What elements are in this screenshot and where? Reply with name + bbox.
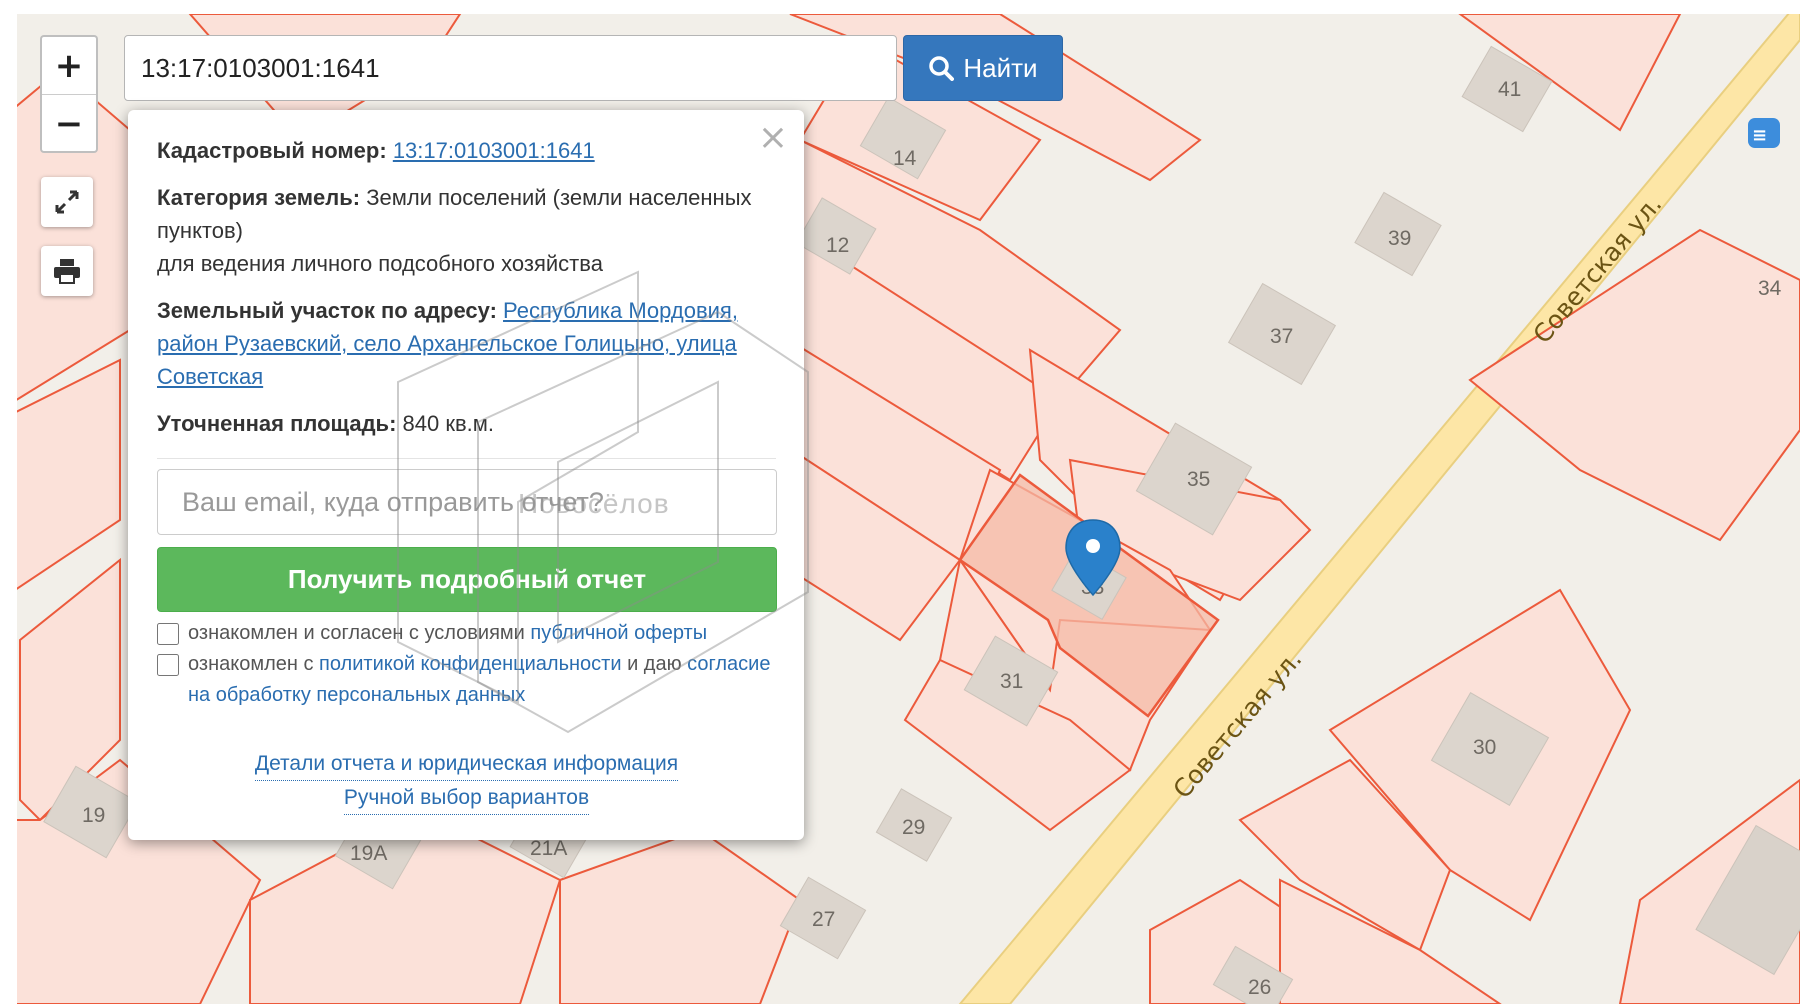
offer-agreement-label: ознакомлен и согласен с условиями публич… [188,622,708,644]
email-field[interactable] [157,469,777,535]
house-number: 26 [1248,976,1271,999]
house-number: 37 [1270,325,1293,348]
address-label: Земельный участок по адресу: [157,298,497,323]
privacy-agreement-label: ознакомлен с политикой конфиденциальност… [188,653,771,706]
street-label: Советская ул. [1167,645,1307,804]
house-number: 41 [1498,78,1521,101]
privacy-agreement-row: ознакомлен с политикой конфиденциальност… [157,649,776,711]
house-number: 19 [82,804,105,827]
svg-text:≡: ≡ [1752,125,1767,146]
house-number: 27 [812,908,835,931]
cadastral-number-link[interactable]: 13:17:0103001:1641 [393,138,595,163]
house-number: 31 [1000,670,1023,693]
popup-links: Детали отчета и юридическая информация Р… [157,747,776,815]
cadastral-search-input[interactable] [124,35,897,101]
expand-icon [55,190,79,214]
house-number: 39 [1388,227,1411,250]
traffic-icon[interactable]: ≡ [1748,118,1780,148]
zoom-in-button[interactable]: + [42,37,96,94]
house-number: 30 [1473,736,1496,759]
house-number: 12 [826,234,849,257]
area-label: Уточненная площадь: [157,411,397,436]
fullscreen-button[interactable] [41,177,93,227]
privacy-checkbox[interactable] [157,654,179,676]
get-report-button[interactable]: Получить подробный отчет [157,547,777,612]
house-number: 34 [1758,277,1782,300]
privacy-policy-link[interactable]: политикой конфиденциальности [319,653,621,675]
search-button-label: Найти [963,52,1038,83]
category-label: Категория земель: [157,185,361,210]
search-icon [929,56,955,81]
offer-agreement-row: ознакомлен и согласен с условиями публич… [157,618,776,649]
zoom-control: + − [40,35,98,153]
search-button[interactable]: Найти [903,35,1063,101]
house-number: 21А [530,837,567,860]
public-offer-link[interactable]: публичной оферты [530,622,707,644]
divider [157,458,776,459]
land-usage: для ведения личного подсобного хозяйства [157,251,603,276]
house-number: 14 [893,147,917,170]
close-icon[interactable]: × [758,120,788,156]
print-button[interactable] [41,246,93,296]
house-number: 29 [902,816,925,839]
report-details-link[interactable]: Детали отчета и юридическая информация [254,747,679,781]
cadastral-label: Кадастровый номер: [157,138,387,163]
offer-checkbox[interactable] [157,623,179,645]
house-number: 35 [1187,468,1210,491]
area-value: 840 кв.м. [402,411,495,436]
parcel-info-popup: × Кадастровый номер: 13:17:0103001:1641 … [128,110,804,840]
house-number: 19А [350,842,387,865]
printer-icon [54,259,80,284]
manual-selection-link[interactable]: Ручной выбор вариантов [343,781,590,815]
zoom-out-button[interactable]: − [42,94,96,152]
